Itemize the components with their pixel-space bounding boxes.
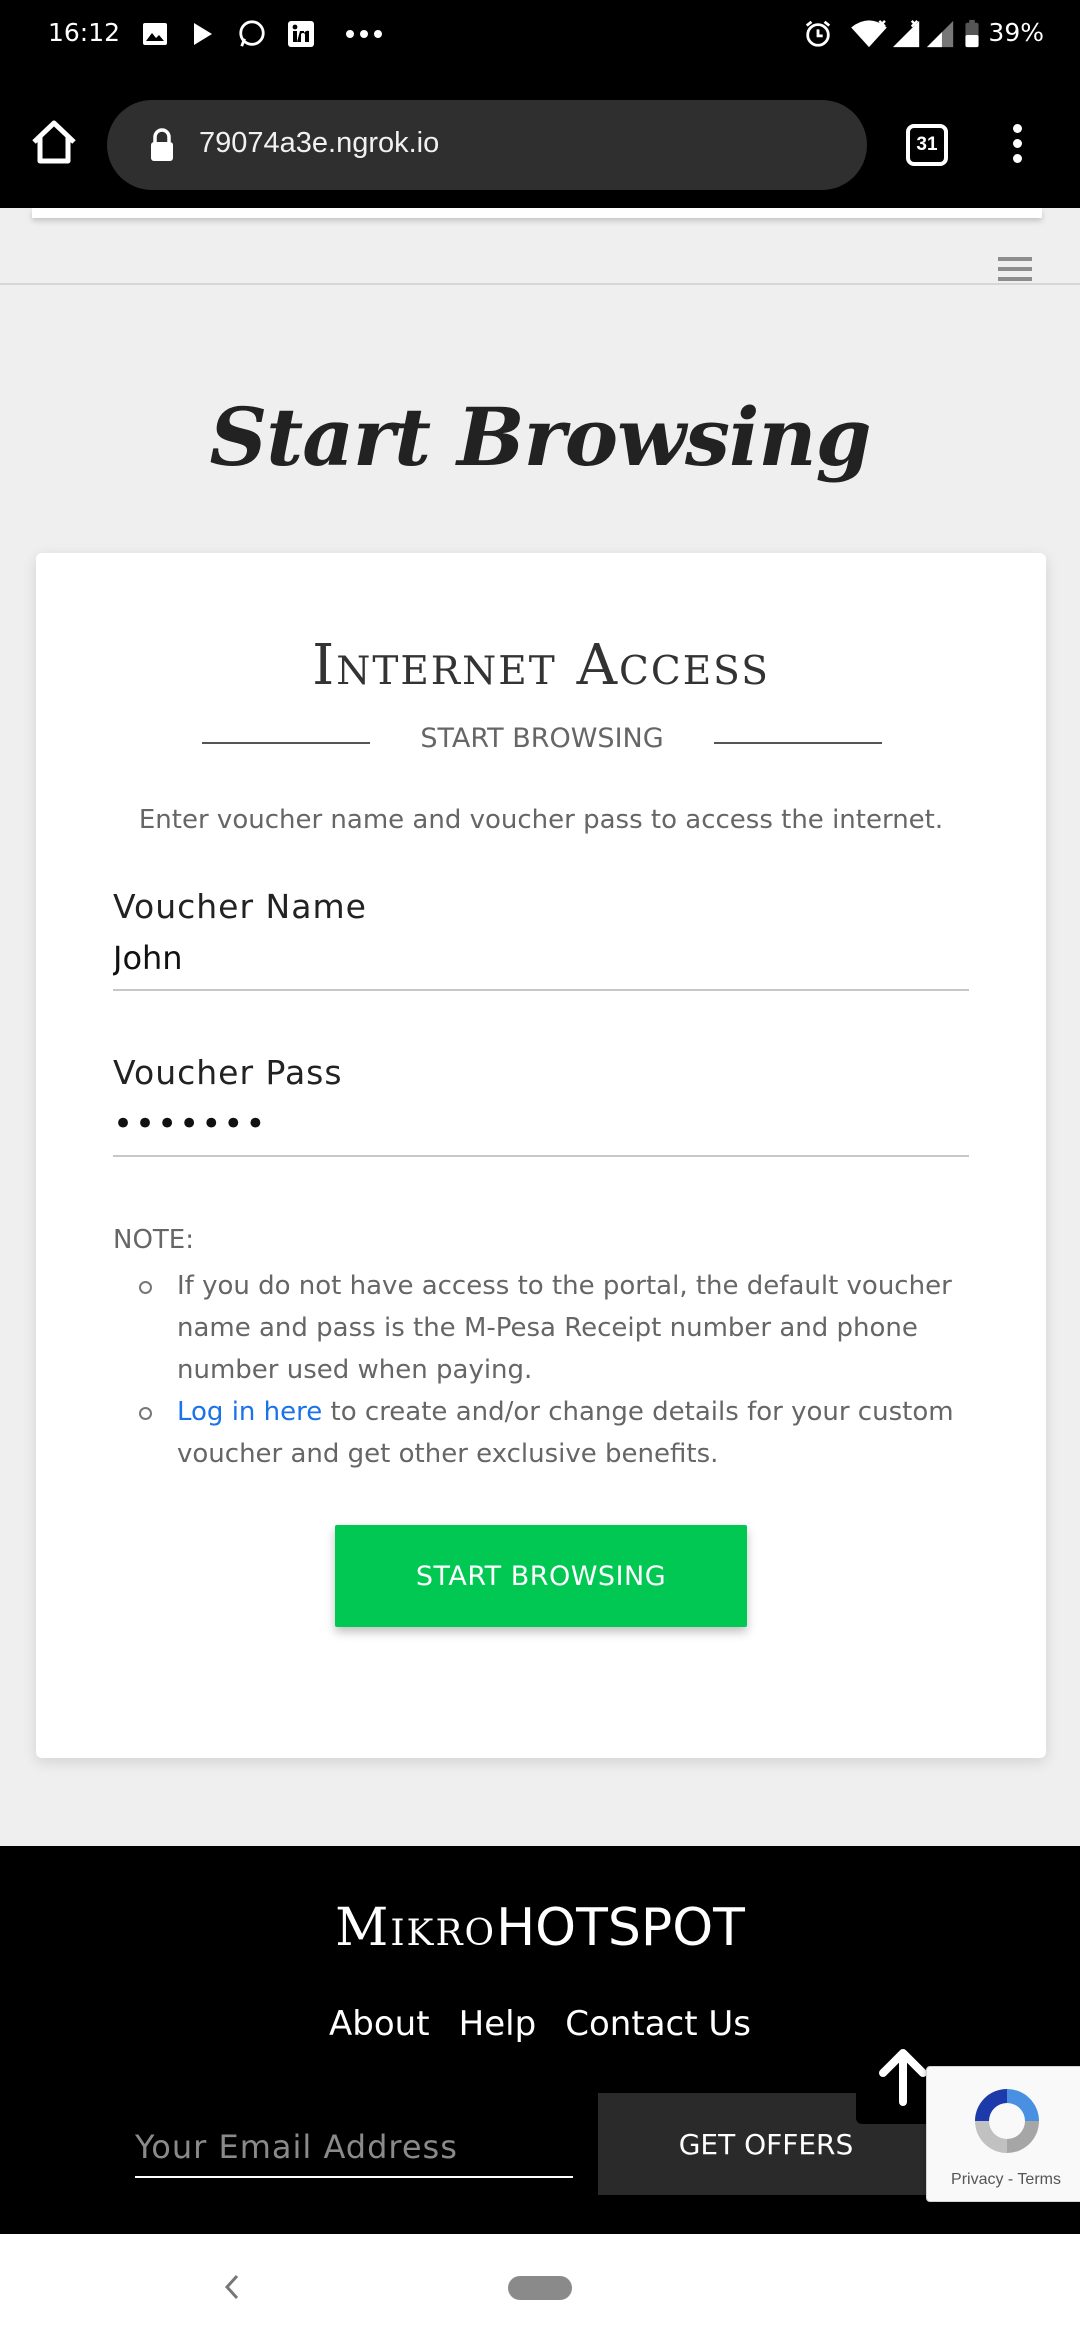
status-bar: 16:12 39%	[0, 0, 1080, 72]
home-gesture-pill[interactable]	[508, 2276, 572, 2300]
browser-menu-icon[interactable]	[1012, 124, 1024, 166]
card-subtitle: START BROWSING	[420, 723, 664, 754]
note-item: Log in here to create and/or change deta…	[139, 1391, 969, 1475]
recaptcha-icon	[975, 2089, 1039, 2153]
footer: MikroHOTSPOT About Help Contact Us GET O…	[0, 1846, 1080, 2234]
voucher-pass-input[interactable]	[113, 1093, 969, 1157]
voucher-pass-label: Voucher Pass	[113, 1053, 343, 1092]
brand-mikro: Mikro	[335, 1898, 497, 1958]
note-label: NOTE:	[113, 1225, 194, 1255]
more-dots-icon	[346, 30, 382, 38]
image-icon	[143, 23, 167, 45]
intro-text: Enter voucher name and voucher pass to a…	[138, 805, 944, 835]
status-time: 16:12	[48, 18, 121, 47]
top-nav-shadow	[32, 208, 1042, 218]
card-title: Internet Access	[312, 633, 770, 698]
subtitle-row: START BROWSING	[202, 723, 882, 763]
wifi-icon	[851, 20, 887, 48]
note-item: If you do not have access to the portal,…	[139, 1265, 969, 1391]
recaptcha-text[interactable]: Privacy - Terms	[927, 2171, 1080, 2189]
browser-toolbar: 79074a3e.ngrok.io 31	[0, 72, 1080, 208]
signal-icon-2	[926, 20, 954, 48]
start-browsing-button[interactable]: START BROWSING	[335, 1525, 747, 1627]
battery-icon	[965, 19, 979, 48]
alarm-icon	[805, 20, 831, 47]
page-title: Start Browsing	[209, 390, 871, 484]
battery-percent: 39%	[988, 18, 1044, 47]
hamburger-menu-icon[interactable]	[998, 257, 1032, 285]
login-card: Internet Access START BROWSING Enter vou…	[36, 553, 1046, 1758]
footer-link-about[interactable]: About	[329, 2004, 430, 2044]
play-icon	[194, 23, 212, 45]
linkedin-icon	[288, 21, 314, 47]
lock-icon	[151, 128, 173, 161]
system-nav-bar	[0, 2234, 1080, 2340]
recaptcha-badge[interactable]: Privacy - Terms	[926, 2066, 1080, 2202]
note-list: If you do not have access to the portal,…	[139, 1265, 969, 1475]
tab-switcher-button[interactable]: 31	[906, 124, 948, 166]
url-text: 79074a3e.ngrok.io	[199, 127, 440, 159]
footer-link-contact[interactable]: Contact Us	[565, 2004, 751, 2044]
email-input[interactable]	[135, 2118, 573, 2178]
divider-right	[714, 742, 882, 744]
whatsapp-icon	[239, 20, 265, 47]
brand-hotspot: HOTSPOT	[496, 1898, 745, 1958]
header-divider	[0, 283, 1080, 285]
voucher-name-input[interactable]	[113, 927, 969, 991]
back-icon[interactable]	[222, 2272, 242, 2302]
login-link[interactable]: Log in here	[177, 1397, 322, 1427]
footer-brand: MikroHOTSPOT	[0, 1898, 1080, 1958]
home-icon[interactable]	[28, 116, 80, 168]
signal-icon	[892, 20, 920, 48]
footer-link-help[interactable]: Help	[459, 2004, 537, 2044]
voucher-name-label: Voucher Name	[113, 887, 367, 926]
address-bar[interactable]: 79074a3e.ngrok.io	[107, 100, 867, 190]
